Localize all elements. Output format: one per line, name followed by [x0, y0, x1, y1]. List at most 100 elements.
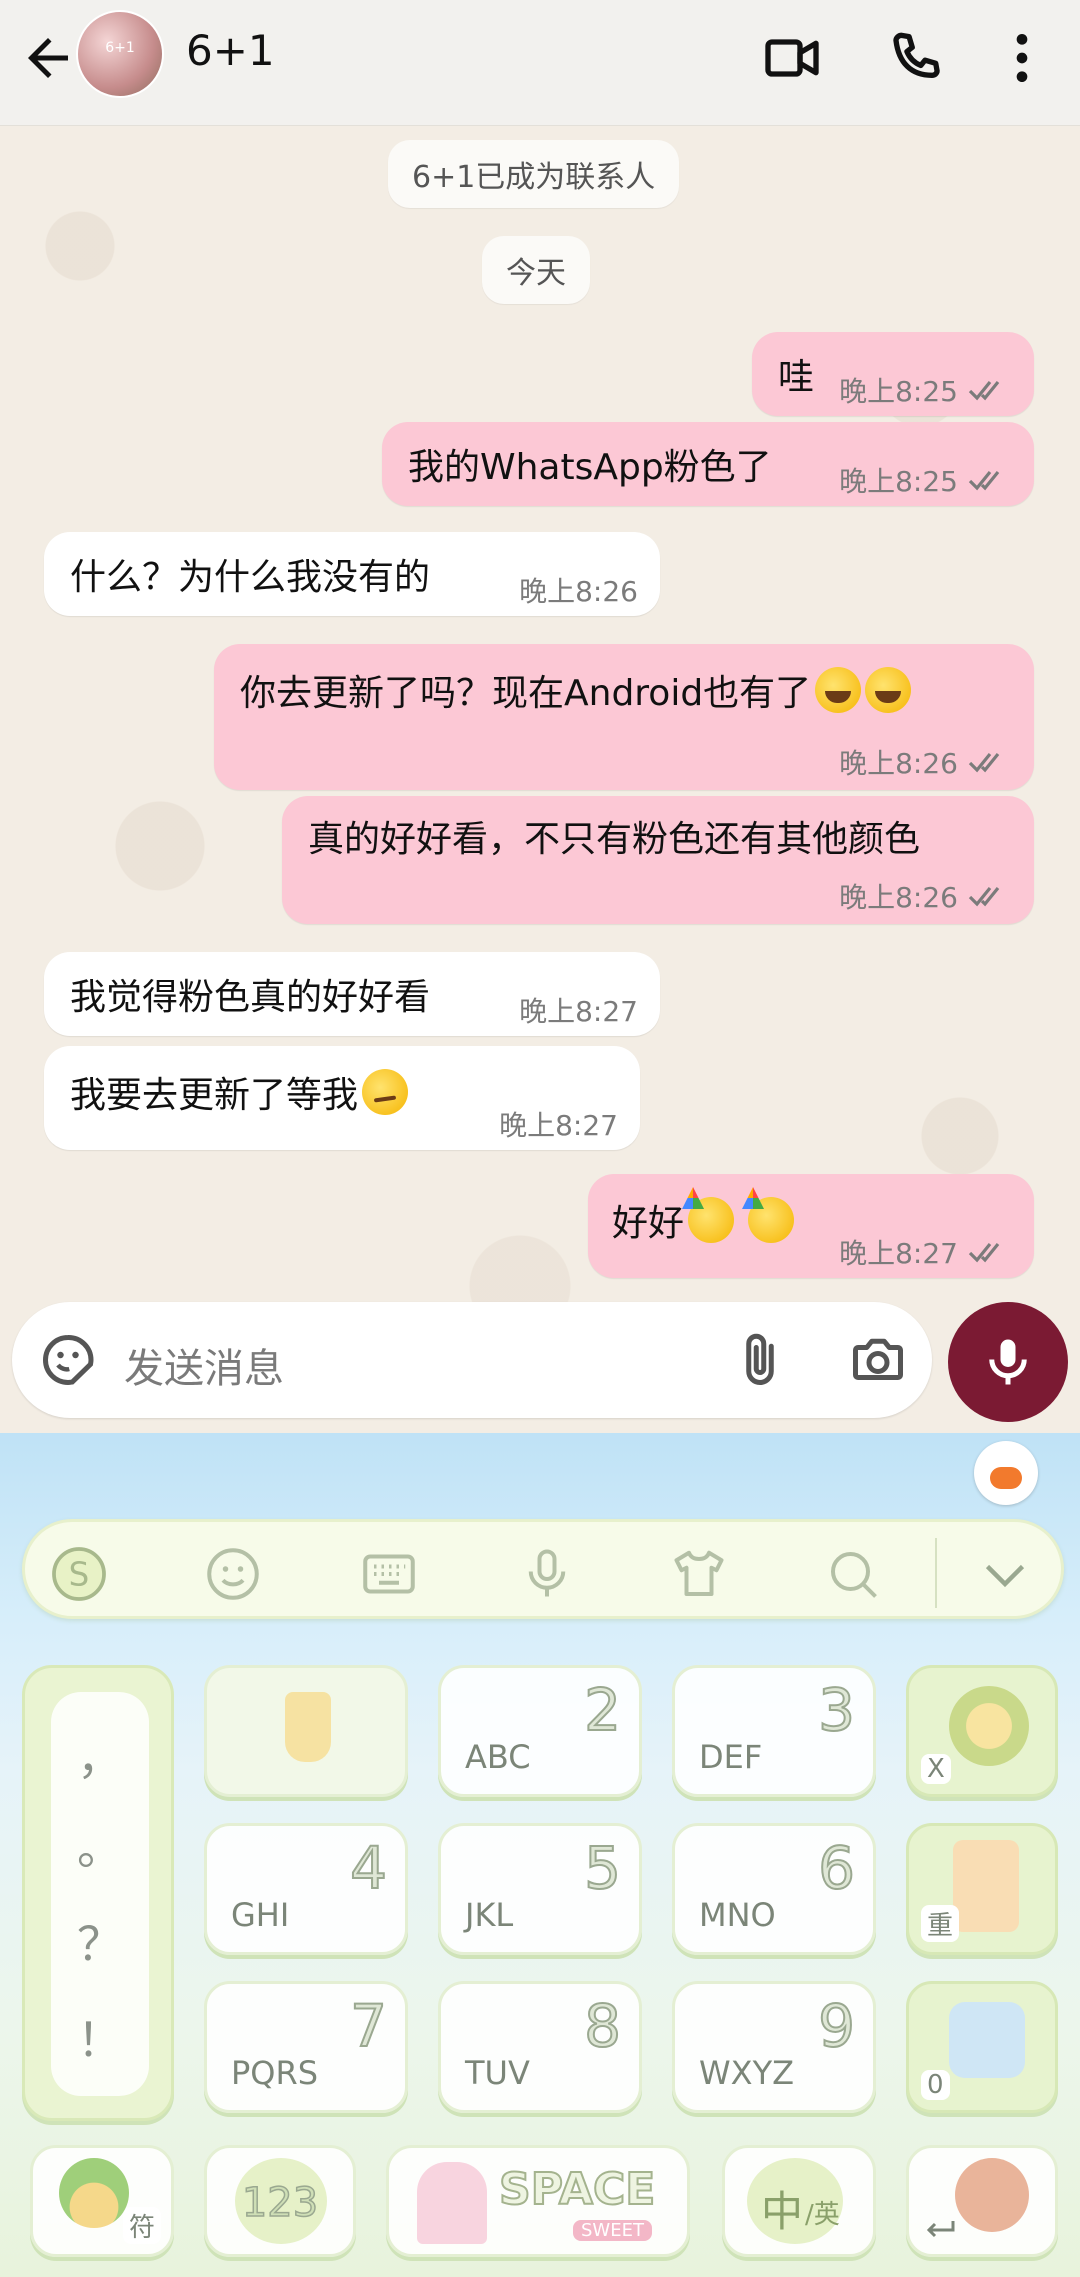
- message-time: 晚上8:26: [839, 881, 958, 914]
- key-number: 4: [349, 1833, 388, 1903]
- message-meta: 晚上8:27: [519, 990, 638, 1030]
- bunny-art-icon: [955, 2158, 1029, 2232]
- space-label: SPACE: [498, 2163, 656, 2216]
- message-text-content: 我要去更新了等我: [70, 1075, 359, 1116]
- symbol-key-comma[interactable]: ，: [51, 1722, 149, 1788]
- key-0[interactable]: 0: [906, 1981, 1058, 2113]
- back-arrow-icon[interactable]: [18, 28, 78, 88]
- double-check-icon: [968, 886, 1000, 907]
- key-9[interactable]: 9 WXYZ: [672, 1981, 876, 2113]
- symbol-key-exclaim[interactable]: ！: [51, 2004, 149, 2070]
- key-number: 3: [817, 1675, 856, 1745]
- key-3[interactable]: 3 DEF: [672, 1665, 876, 1797]
- symbol-column-inner: ， 。 ？ ！: [51, 1692, 149, 2096]
- message-meta: 晚上8:26: [839, 742, 1012, 782]
- emoji-face-icon[interactable]: [203, 1544, 263, 1604]
- key-letters: TUV: [465, 2054, 530, 2092]
- keyboard-toolbar: S: [22, 1519, 1064, 1619]
- space-key[interactable]: SPACE SWEET: [386, 2145, 690, 2257]
- key-letters: JKL: [465, 1896, 514, 1934]
- svg-text:S: S: [69, 1555, 90, 1593]
- message-meta: 晚上8:27: [839, 1232, 1012, 1272]
- key-letters: PQRS: [231, 2054, 319, 2092]
- message-bubble-out[interactable]: 我的WhatsApp粉色了 晚上8:25: [382, 422, 1034, 506]
- drink-art-icon: [285, 1692, 331, 1762]
- enter-key[interactable]: [906, 2145, 1058, 2257]
- key-letters: MNO: [699, 1896, 776, 1934]
- key-8[interactable]: 8 TUV: [438, 1981, 642, 2113]
- sogou-logo-icon[interactable]: S: [49, 1544, 109, 1604]
- message-text: 哇: [778, 357, 815, 398]
- key-1-drink[interactable]: [204, 1665, 408, 1797]
- numbers-label: 123: [241, 2179, 319, 2227]
- key-number: 2: [583, 1675, 622, 1745]
- key-letters: DEF: [699, 1738, 763, 1776]
- avatar[interactable]: 6+1: [76, 10, 164, 98]
- symbols-key[interactable]: 符: [30, 2145, 174, 2257]
- key-7[interactable]: 7 PQRS: [204, 1981, 408, 2113]
- search-icon[interactable]: [823, 1544, 883, 1604]
- mic-icon: [989, 1339, 1027, 1385]
- skin-tshirt-icon[interactable]: [669, 1544, 729, 1604]
- voice-record-button[interactable]: [948, 1302, 1068, 1422]
- avatar-text: 6+1: [105, 40, 135, 56]
- voice-call-icon[interactable]: [884, 26, 948, 90]
- rolling-laugh-emoji-icon: [815, 667, 862, 713]
- symbols-label: 符: [122, 2207, 161, 2244]
- double-check-icon: [968, 752, 1000, 773]
- message-text: 我的WhatsApp粉色了: [408, 447, 772, 488]
- palm-tree-art-icon: [59, 2158, 129, 2228]
- message-time: 晚上8:27: [519, 995, 638, 1028]
- delete-key[interactable]: X: [906, 1665, 1058, 1797]
- message-bubble-out[interactable]: 好好 晚上8:27: [588, 1174, 1034, 1278]
- key-6[interactable]: 6 MNO: [672, 1823, 876, 1955]
- keyboard-layout-icon[interactable]: [359, 1544, 419, 1604]
- ice-cube-art-icon: [949, 2002, 1025, 2078]
- symbol-key-period[interactable]: 。: [51, 1812, 149, 1878]
- double-check-icon: [968, 470, 1000, 491]
- message-bubble-out[interactable]: 哇 晚上8:25: [752, 332, 1034, 416]
- more-vert-icon[interactable]: [990, 26, 1054, 90]
- message-text: 好好: [612, 1194, 795, 1246]
- retype-key[interactable]: 重: [906, 1823, 1058, 1955]
- message-time: 晚上8:26: [519, 575, 638, 608]
- chevron-down-icon[interactable]: [975, 1544, 1035, 1604]
- rolling-laugh-emoji-icon: [865, 667, 912, 713]
- symbol-key-question[interactable]: ？: [51, 1908, 149, 1974]
- message-bubble-in[interactable]: 什么？为什么我没有的 晚上8:26: [44, 532, 660, 616]
- message-bubble-out[interactable]: 你去更新了吗？现在Android也有了 晚上8:26: [214, 644, 1034, 790]
- keyboard-mascot-icon[interactable]: [974, 1441, 1038, 1505]
- numbers-key[interactable]: 123: [204, 2145, 356, 2257]
- delete-label: X: [921, 1754, 951, 1784]
- contact-name[interactable]: 6+1: [186, 26, 275, 75]
- chat-area[interactable]: 6+1已成为联系人 今天 哇 晚上8:25 我的WhatsApp粉色了 晚上8:…: [0, 126, 1080, 1433]
- voice-input-icon[interactable]: [517, 1544, 577, 1604]
- enter-arrow-icon: [926, 2221, 955, 2238]
- space-sub-label: SWEET: [573, 2220, 652, 2241]
- key-number: 7: [349, 1991, 388, 2061]
- message-text: 你去更新了吗？现在Android也有了: [240, 664, 912, 716]
- message-bubble-in[interactable]: 我要去更新了等我 晚上8:27: [44, 1046, 640, 1150]
- language-sub-label: /英: [805, 2200, 840, 2230]
- camera-icon[interactable]: [848, 1330, 908, 1390]
- message-bubble-in[interactable]: 我觉得粉色真的好好看 晚上8:27: [44, 952, 660, 1036]
- toolbar-divider: [935, 1538, 937, 1608]
- key-letters: ABC: [465, 1738, 531, 1776]
- key-2[interactable]: 2 ABC: [438, 1665, 642, 1797]
- language-main-label: 中: [761, 2187, 804, 2236]
- system-message: 6+1已成为联系人: [388, 140, 680, 208]
- sticker-icon[interactable]: [38, 1330, 98, 1390]
- message-meta: 晚上8:25: [839, 370, 1012, 410]
- double-check-icon: [968, 1242, 1000, 1263]
- key-4[interactable]: 4 GHI: [204, 1823, 408, 1955]
- message-text: 什么？为什么我没有的: [70, 557, 431, 598]
- attach-icon[interactable]: [730, 1330, 790, 1390]
- key-5[interactable]: 5 JKL: [438, 1823, 642, 1955]
- language-switch-key[interactable]: 中 /英: [722, 2145, 876, 2257]
- key-number: 8: [583, 1991, 622, 2061]
- message-bubble-out[interactable]: 真的好好看，不只有粉色还有其他颜色 晚上8:26: [282, 796, 1034, 924]
- message-time: 晚上8:25: [839, 465, 958, 498]
- message-input[interactable]: 发送消息: [124, 1336, 284, 1394]
- message-meta: 晚上8:27: [499, 1104, 618, 1144]
- video-call-icon[interactable]: [760, 26, 824, 90]
